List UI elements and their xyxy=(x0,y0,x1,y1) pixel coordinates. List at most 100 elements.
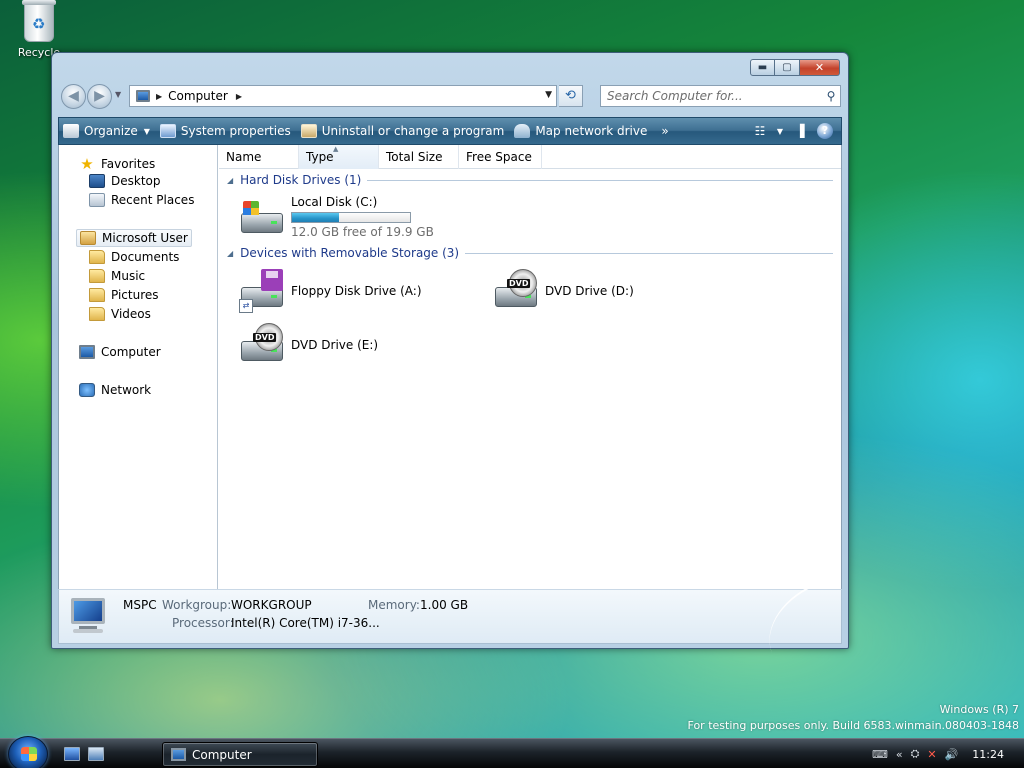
chevron-down-icon: ▼ xyxy=(143,126,150,136)
watermark-line2: For testing purposes only. Build 6583.wi… xyxy=(687,719,1019,732)
nav-favorites[interactable]: ★ Favorites xyxy=(79,155,155,173)
more-commands-button[interactable]: » xyxy=(653,124,676,138)
nav-user-label: Microsoft User xyxy=(102,231,188,245)
column-header-type[interactable]: ▲ Type xyxy=(299,145,379,169)
column-header-name[interactable]: Name xyxy=(219,145,299,169)
nav-network[interactable]: Network xyxy=(79,383,151,397)
content-area: ★ Favorites Desktop Recent Places Micros… xyxy=(58,145,842,589)
views-dropdown-icon[interactable]: ▼ xyxy=(773,127,787,136)
maximize-button[interactable]: ▢ xyxy=(775,59,800,76)
computer-icon xyxy=(171,748,186,761)
nav-videos[interactable]: Videos xyxy=(89,307,151,321)
processor-value: Intel(R) Core(TM) i7-36... xyxy=(231,616,380,630)
refresh-button[interactable]: ⟲ xyxy=(559,85,583,107)
column-header-free-space[interactable]: Free Space xyxy=(459,145,542,169)
collapse-triangle-icon[interactable]: ◢ xyxy=(227,176,233,185)
drive-name: DVD Drive (D:) xyxy=(545,284,634,298)
drive-item-d[interactable]: DVD DVD Drive (D:) xyxy=(493,269,634,313)
group-title: Hard Disk Drives (1) xyxy=(240,173,362,187)
refresh-icon: ⟲ xyxy=(565,88,576,103)
breadcrumb-child-arrow-icon[interactable]: ▶ xyxy=(236,92,242,101)
navigation-bar: ◀ ▶ ▼ ▶ Computer ▶ ▼ ⟲ ⚲ xyxy=(59,83,841,111)
hard-disk-icon xyxy=(239,195,285,239)
drive-item-e[interactable]: DVD DVD Drive (E:) xyxy=(239,323,378,367)
show-desktop-icon[interactable] xyxy=(64,747,80,761)
recycle-bin-desktop-icon[interactable]: Recycle xyxy=(6,0,72,59)
dvd-tag: DVD xyxy=(507,279,531,288)
workgroup-value: WORKGROUP xyxy=(231,598,312,612)
recent-places-icon xyxy=(89,193,105,207)
switch-windows-icon[interactable] xyxy=(88,747,104,761)
minimize-button[interactable]: ▬ xyxy=(750,59,775,76)
taskbar-window-label: Computer xyxy=(192,747,252,762)
address-dropdown-icon[interactable]: ▼ xyxy=(545,90,552,100)
nav-network-label: Network xyxy=(101,383,152,397)
system-properties-label: System properties xyxy=(180,124,291,138)
clock[interactable]: 11:24 xyxy=(972,748,1004,761)
column-header-total-size[interactable]: Total Size xyxy=(379,145,459,169)
navigation-pane: ★ Favorites Desktop Recent Places Micros… xyxy=(59,145,218,589)
search-input[interactable] xyxy=(607,89,822,103)
preview-pane-icon[interactable]: ▐ xyxy=(787,124,813,138)
workgroup-label: Workgroup: xyxy=(162,598,232,612)
nav-desktop[interactable]: Desktop xyxy=(89,174,161,188)
group-header-hard-disk-drives[interactable]: ◢ Hard Disk Drives (1) xyxy=(227,173,833,187)
volume-icon[interactable]: 🔊 xyxy=(945,748,959,761)
views-icon[interactable]: ☷ xyxy=(747,124,773,138)
network-status-icon[interactable]: ✕ xyxy=(927,748,936,761)
safely-remove-hardware-icon[interactable]: ⛭ xyxy=(911,747,920,761)
drive-name: Floppy Disk Drive (A:) xyxy=(291,284,422,298)
decorative-swoosh xyxy=(754,581,838,653)
uninstall-icon xyxy=(300,124,317,138)
nav-computer[interactable]: Computer xyxy=(79,345,161,359)
group-header-removable-storage[interactable]: ◢ Devices with Removable Storage (3) xyxy=(227,246,833,260)
recent-pages-dropdown[interactable]: ▼ xyxy=(115,90,121,99)
nav-videos-label: Videos xyxy=(111,307,151,321)
drive-name: Local Disk (C:) xyxy=(291,195,378,209)
search-icon[interactable]: ⚲ xyxy=(822,89,840,103)
group-divider xyxy=(367,179,833,181)
sort-indicator-icon: ▲ xyxy=(333,145,339,153)
computer-large-icon xyxy=(65,596,109,634)
help-icon[interactable]: ? xyxy=(817,123,833,139)
memory-label: Memory: xyxy=(368,598,420,612)
start-button[interactable] xyxy=(8,736,48,768)
dvd-tag: DVD xyxy=(253,333,277,342)
taskbar: Computer ⌨ « ⛭ ✕ 🔊 11:24 xyxy=(0,736,1024,768)
breadcrumb-root-arrow-icon[interactable]: ▶ xyxy=(156,92,162,101)
folder-icon xyxy=(89,250,105,264)
star-icon: ★ xyxy=(80,155,94,173)
show-hidden-icons-icon[interactable]: « xyxy=(896,748,903,761)
forward-button[interactable]: ▶ xyxy=(87,84,112,109)
organize-button[interactable]: Organize ▼ xyxy=(59,118,156,144)
user-folder-icon xyxy=(80,231,96,245)
search-box[interactable]: ⚲ xyxy=(600,85,841,107)
taskbar-window-computer[interactable]: Computer xyxy=(162,742,318,767)
nav-documents[interactable]: Documents xyxy=(89,250,179,264)
computer-name: MSPC xyxy=(123,598,157,612)
nav-computer-label: Computer xyxy=(101,345,161,359)
back-button[interactable]: ◀ xyxy=(61,84,86,109)
uninstall-program-button[interactable]: Uninstall or change a program xyxy=(297,118,511,144)
nav-music[interactable]: Music xyxy=(89,269,145,283)
keyboard-icon[interactable]: ⌨ xyxy=(872,748,888,761)
explorer-window: ▬ ▢ ✕ ◀ ▶ ▼ ▶ Computer ▶ ▼ ⟲ ⚲ Organize … xyxy=(51,52,849,653)
system-tray: ⌨ « ⛭ ✕ 🔊 11:24 xyxy=(868,739,1024,768)
processor-label: Processor: xyxy=(172,616,234,630)
address-bar[interactable]: ▶ Computer ▶ ▼ xyxy=(129,85,557,107)
drive-item-c[interactable]: Local Disk (C:) 12.0 GB free of 19.9 GB xyxy=(239,195,434,239)
breadcrumb-computer[interactable]: Computer xyxy=(168,89,228,103)
map-network-drive-button[interactable]: Map network drive xyxy=(510,118,653,144)
nav-recent-places[interactable]: Recent Places xyxy=(89,193,194,207)
collapse-triangle-icon[interactable]: ◢ xyxy=(227,249,233,258)
close-button[interactable]: ✕ xyxy=(800,59,840,76)
details-pane: MSPC Workgroup: WORKGROUP Memory: 1.00 G… xyxy=(58,581,842,653)
system-properties-button[interactable]: System properties xyxy=(156,118,297,144)
drive-name: DVD Drive (E:) xyxy=(291,338,379,352)
drive-usage-fill xyxy=(292,213,339,222)
drive-item-a[interactable]: ⇄ Floppy Disk Drive (A:) xyxy=(239,269,422,313)
nav-pictures[interactable]: Pictures xyxy=(89,288,159,302)
map-network-drive-label: Map network drive xyxy=(535,124,648,138)
drive-usage-bar xyxy=(291,212,411,223)
nav-microsoft-user[interactable]: Microsoft User xyxy=(76,229,192,247)
